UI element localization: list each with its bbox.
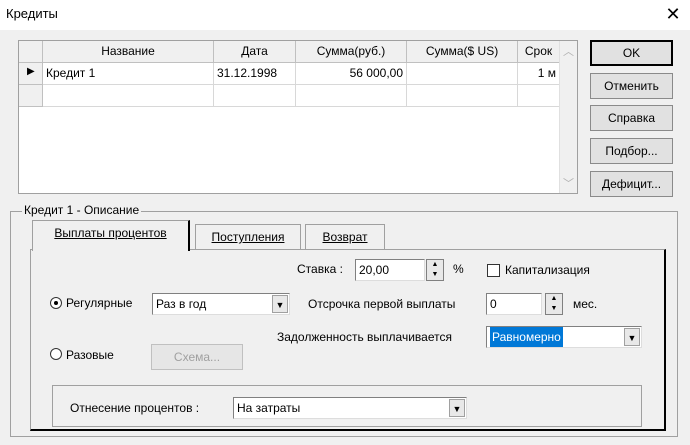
col-sum-usd[interactable]: Сумма($ US): [407, 41, 518, 63]
debt-label: Задолженность выплачивается: [277, 330, 452, 344]
rate-input[interactable]: 20,00: [355, 259, 425, 281]
scroll-up-icon[interactable]: ︿: [563, 43, 574, 59]
deficit-button[interactable]: Дефицит...: [590, 171, 673, 197]
spin-up-icon[interactable]: ▲: [427, 260, 443, 270]
scroll-down-icon[interactable]: ﹀: [563, 175, 574, 191]
table-row-sum-usd[interactable]: [407, 63, 518, 85]
selection-button[interactable]: Подбор...: [590, 138, 673, 164]
tab-label: Поступления: [211, 230, 285, 244]
help-button[interactable]: Справка: [590, 105, 673, 131]
debt-select[interactable]: Равномерно ▼: [486, 326, 642, 348]
tab-return[interactable]: Возврат: [305, 224, 385, 250]
col-date[interactable]: Дата: [214, 41, 296, 63]
debt-value: Равномерно: [490, 327, 563, 347]
spin-down-icon[interactable]: ▼: [427, 270, 443, 280]
rate-spinner[interactable]: ▲ ▼: [426, 259, 444, 281]
table-row-empty[interactable]: [296, 85, 407, 107]
table-row-empty[interactable]: [43, 85, 214, 107]
window-title: Кредиты: [6, 6, 58, 21]
col-sum-rub[interactable]: Сумма(руб.): [296, 41, 407, 63]
delay-unit: мес.: [573, 297, 598, 311]
frequency-select[interactable]: Раз в год ▼: [152, 293, 290, 315]
tab-interest-payments[interactable]: Выплаты процентов: [32, 220, 190, 251]
tab-receipts[interactable]: Поступления: [195, 224, 301, 250]
delay-input[interactable]: 0: [486, 293, 542, 315]
rate-label: Ставка :: [297, 262, 343, 276]
table-row-empty[interactable]: [518, 85, 560, 107]
cancel-button[interactable]: Отменить: [590, 73, 673, 99]
row-indicator[interactable]: ▶: [19, 63, 43, 85]
ok-button[interactable]: OK: [590, 40, 673, 66]
spin-down-icon[interactable]: ▼: [546, 304, 562, 314]
table-row-date[interactable]: 31.12.1998: [214, 63, 296, 85]
chevron-down-icon[interactable]: ▼: [272, 295, 288, 313]
tab-label: Выплаты процентов: [54, 226, 167, 240]
regular-radio[interactable]: [50, 297, 62, 309]
table-row-name[interactable]: Кредит 1: [43, 63, 214, 85]
rate-unit: %: [453, 262, 464, 276]
col-term[interactable]: Срок: [518, 41, 560, 63]
capitalization-checkbox[interactable]: [487, 264, 500, 277]
frequency-value: Раз в год: [156, 297, 207, 311]
group-label: Кредит 1 - Описание: [22, 203, 142, 217]
regular-label: Регулярные: [66, 296, 133, 310]
scheme-button[interactable]: Схема...: [151, 344, 243, 370]
tab-label: Возврат: [322, 230, 368, 244]
interest-select[interactable]: На затраты ▼: [233, 397, 467, 419]
row-indicator-empty[interactable]: [19, 85, 43, 107]
title-bar: Кредиты ✕: [0, 0, 690, 30]
spin-up-icon[interactable]: ▲: [546, 294, 562, 304]
close-icon[interactable]: ✕: [662, 2, 684, 26]
row-pointer-icon: ▶: [27, 66, 35, 77]
credits-grid[interactable]: Название Дата Сумма(руб.) Сумма($ US) Ср…: [18, 40, 578, 194]
delay-spinner[interactable]: ▲ ▼: [545, 293, 563, 315]
table-row-term[interactable]: 1 м: [518, 63, 560, 85]
delay-label: Отсрочка первой выплаты: [308, 297, 456, 311]
chevron-down-icon[interactable]: ▼: [449, 399, 465, 417]
chevron-down-icon[interactable]: ▼: [624, 328, 640, 346]
col-name[interactable]: Название: [43, 41, 214, 63]
grid-corner: [19, 41, 43, 63]
table-row-empty[interactable]: [407, 85, 518, 107]
table-row-sum-rub[interactable]: 56 000,00: [296, 63, 407, 85]
interest-value: На затраты: [237, 401, 301, 415]
onetime-radio[interactable]: [50, 348, 62, 360]
onetime-label: Разовые: [66, 348, 114, 362]
table-row-empty[interactable]: [214, 85, 296, 107]
capitalization-label: Капитализация: [505, 263, 590, 277]
interest-label: Отнесение процентов :: [70, 401, 200, 415]
vertical-scrollbar[interactable]: ︿ ﹀: [559, 41, 577, 193]
